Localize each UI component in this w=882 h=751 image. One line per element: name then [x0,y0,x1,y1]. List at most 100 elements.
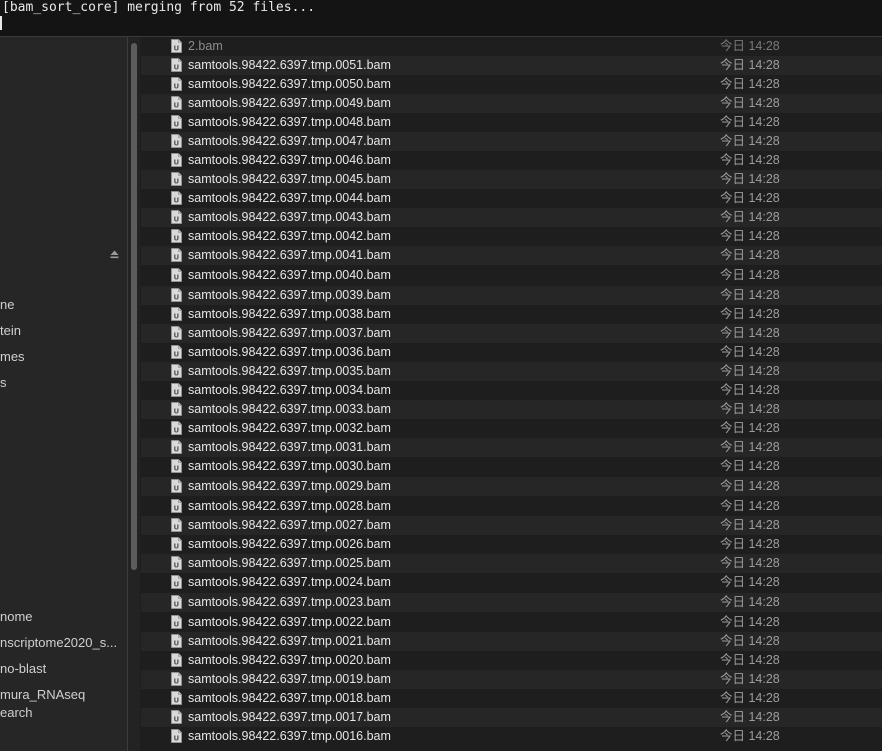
document-icon: U [171,39,182,53]
file-name: samtools.98422.6397.tmp.0017.bam [188,710,391,724]
file-row[interactable]: Usamtools.98422.6397.tmp.0031.bam 今日 14:2… [141,438,882,457]
svg-text:U: U [173,505,179,513]
file-row[interactable]: Usamtools.98422.6397.tmp.0036.bam 今日 14:2… [141,343,882,362]
file-row[interactable]: Usamtools.98422.6397.tmp.0026.bam 今日 14:2… [141,535,882,554]
file-row[interactable]: Usamtools.98422.6397.tmp.0035.bam 今日 14:2… [141,362,882,381]
file-date-modified: 今日 14:28 [720,479,780,493]
svg-text:U: U [173,562,179,570]
file-row[interactable]: Usamtools.98422.6397.tmp.0016.bam 今日 14:2… [141,727,882,746]
file-row[interactable]: U 2.bam 今日 14:28 [141,37,882,56]
svg-text:U: U [173,178,179,186]
file-row[interactable]: Usamtools.98422.6397.tmp.0038.bam 今日 14:2… [141,305,882,324]
file-row[interactable]: Usamtools.98422.6397.tmp.0021.bam 今日 14:2… [141,632,882,651]
file-row[interactable]: Usamtools.98422.6397.tmp.0049.bam 今日 14:2… [141,94,882,113]
finder-sidebar: ne tein mes s nome nscriptome2020_s... no-blas… [0,37,127,751]
file-row[interactable]: Usamtools.98422.6397.tmp.0045.bam 今日 14:2… [141,170,882,189]
file-name: samtools.98422.6397.tmp.0031.bam [188,440,391,454]
file-name: samtools.98422.6397.tmp.0041.bam [188,248,391,262]
file-row[interactable]: Usamtools.98422.6397.tmp.0018.bam 今日 14:2… [141,689,882,708]
document-icon: U [171,499,182,513]
file-date-modified: 今日 14:28 [720,710,780,724]
document-icon: U [171,672,182,686]
document-icon: U [171,210,182,224]
terminal-window[interactable]: [bam_sort_core] merging from 52 files... [0,0,882,37]
file-date-modified: 今日 14:28 [720,499,780,513]
sidebar-item[interactable]: ne [0,297,14,313]
document-icon: U [171,96,182,110]
file-name: samtools.98422.6397.tmp.0049.bam [188,96,391,110]
document-icon: U [171,268,182,282]
svg-text:U: U [173,446,179,454]
file-row[interactable]: Usamtools.98422.6397.tmp.0023.bam 今日 14:2… [141,593,882,612]
file-row[interactable]: Usamtools.98422.6397.tmp.0029.bam 今日 14:2… [141,477,882,496]
file-row[interactable]: Usamtools.98422.6397.tmp.0034.bam 今日 14:2… [141,381,882,400]
file-row[interactable]: Usamtools.98422.6397.tmp.0022.bam 今日 14:2… [141,613,882,632]
file-date-modified: 今日 14:28 [720,307,780,321]
document-icon: U [171,479,182,493]
document-icon: U [171,307,182,321]
file-row[interactable]: Usamtools.98422.6397.tmp.0027.bam 今日 14:2… [141,516,882,535]
file-row[interactable]: Usamtools.98422.6397.tmp.0025.bam 今日 14:2… [141,554,882,573]
svg-text:U: U [173,64,179,72]
document-icon: U [171,115,182,129]
file-row[interactable]: Usamtools.98422.6397.tmp.0032.bam 今日 14:2… [141,419,882,438]
file-date-modified: 今日 14:28 [720,115,780,129]
sidebar-item[interactable]: no-blast [0,661,46,677]
sidebar-item[interactable]: nome [0,609,33,625]
file-date-modified: 今日 14:28 [720,421,780,435]
file-row[interactable]: Usamtools.98422.6397.tmp.0042.bam 今日 14:2… [141,227,882,246]
file-name: samtools.98422.6397.tmp.0044.bam [188,191,391,205]
file-name: samtools.98422.6397.tmp.0021.bam [188,634,391,648]
file-date-modified: 今日 14:28 [720,248,780,262]
file-row[interactable]: Usamtools.98422.6397.tmp.0019.bam 今日 14:2… [141,670,882,689]
svg-text:U: U [173,524,179,532]
document-icon: U [171,653,182,667]
document-icon: U [171,229,182,243]
file-name: samtools.98422.6397.tmp.0036.bam [188,345,391,359]
svg-text:U: U [173,485,179,493]
sidebar-item[interactable]: s [0,375,7,391]
file-date-modified: 今日 14:28 [720,459,780,473]
file-row[interactable]: Usamtools.98422.6397.tmp.0047.bam 今日 14:2… [141,132,882,151]
sidebar-scrollbar-thumb[interactable] [131,43,137,570]
svg-text:U: U [173,389,179,397]
sidebar-item[interactable]: mes [0,349,25,365]
svg-text:U: U [173,313,179,321]
file-date-modified: 今日 14:28 [720,383,780,397]
file-row[interactable]: Usamtools.98422.6397.tmp.0044.bam 今日 14:2… [141,189,882,208]
svg-text:U: U [173,254,179,262]
file-row[interactable]: Usamtools.98422.6397.tmp.0041.bam 今日 14:2… [141,246,882,265]
file-row[interactable]: Usamtools.98422.6397.tmp.0017.bam 今日 14:2… [141,708,882,727]
file-row[interactable]: Usamtools.98422.6397.tmp.0028.bam 今日 14:2… [141,497,882,516]
file-row[interactable]: Usamtools.98422.6397.tmp.0040.bam 今日 14:2… [141,266,882,285]
file-name: samtools.98422.6397.tmp.0035.bam [188,364,391,378]
file-row[interactable]: Usamtools.98422.6397.tmp.0030.bam 今日 14:2… [141,457,882,476]
file-row[interactable]: Usamtools.98422.6397.tmp.0037.bam 今日 14:2… [141,324,882,343]
document-icon: U [171,440,182,454]
sidebar-item[interactable]: tein [0,323,21,339]
file-row[interactable]: Usamtools.98422.6397.tmp.0051.bam 今日 14:2… [141,56,882,75]
file-row[interactable]: Usamtools.98422.6397.tmp.0033.bam 今日 14:2… [141,400,882,419]
file-row[interactable]: Usamtools.98422.6397.tmp.0048.bam 今日 14:2… [141,113,882,132]
svg-text:U: U [173,140,179,148]
file-name: samtools.98422.6397.tmp.0042.bam [188,229,391,243]
svg-text:U: U [173,678,179,686]
svg-text:U: U [173,581,179,589]
file-name: samtools.98422.6397.tmp.0026.bam [188,537,391,551]
file-name: samtools.98422.6397.tmp.0020.bam [188,653,391,667]
file-date-modified: 今日 14:28 [720,440,780,454]
file-row[interactable]: Usamtools.98422.6397.tmp.0039.bam 今日 14:2… [141,286,882,305]
file-name: samtools.98422.6397.tmp.0038.bam [188,307,391,321]
file-row[interactable]: Usamtools.98422.6397.tmp.0050.bam 今日 14:2… [141,75,882,94]
document-icon: U [171,153,182,167]
file-row[interactable]: Usamtools.98422.6397.tmp.0020.bam 今日 14:2… [141,651,882,670]
file-row[interactable]: Usamtools.98422.6397.tmp.0046.bam 今日 14:2… [141,151,882,170]
sidebar-item[interactable]: mura_RNAseq [0,687,85,703]
file-date-modified: 今日 14:28 [720,653,780,667]
file-row[interactable]: Usamtools.98422.6397.tmp.0043.bam 今日 14:2… [141,208,882,227]
eject-icon[interactable] [110,250,119,259]
svg-text:U: U [173,121,179,129]
file-row[interactable]: Usamtools.98422.6397.tmp.0024.bam 今日 14:2… [141,573,882,592]
sidebar-item[interactable]: earch [0,705,33,721]
sidebar-item[interactable]: nscriptome2020_s... [0,635,117,651]
